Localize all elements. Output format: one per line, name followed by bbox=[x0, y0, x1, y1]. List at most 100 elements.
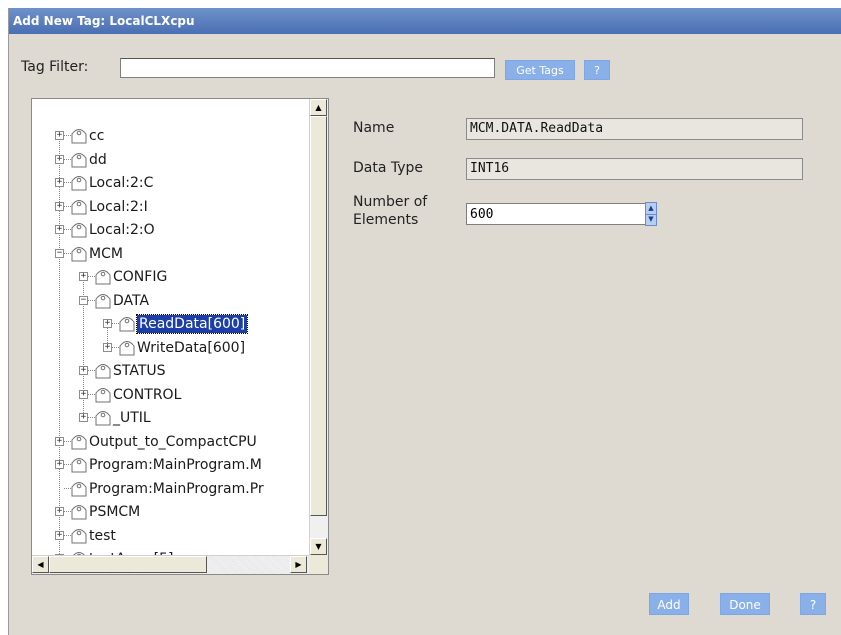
tag-icon bbox=[69, 244, 89, 262]
tag-icon bbox=[93, 408, 113, 426]
tree-node[interactable]: + cc bbox=[32, 125, 309, 147]
number-of-elements-label-line-2: Elements bbox=[353, 212, 419, 228]
expand-icon[interactable]: + bbox=[55, 154, 64, 164]
expand-icon[interactable]: + bbox=[55, 178, 64, 187]
scroll-down-icon[interactable]: ▼ bbox=[310, 538, 327, 555]
expand-icon[interactable]: + bbox=[103, 319, 112, 328]
scroll-left-icon[interactable]: ◀ bbox=[32, 556, 49, 573]
tree-node[interactable]: + dd bbox=[32, 149, 309, 171]
expand-icon[interactable]: + bbox=[79, 413, 88, 422]
tag-icon bbox=[93, 291, 113, 309]
expand-icon[interactable]: + bbox=[55, 507, 64, 516]
spin-down-icon[interactable]: ▼ bbox=[646, 214, 656, 225]
tag-icon bbox=[69, 455, 89, 473]
expand-icon[interactable]: + bbox=[55, 201, 64, 211]
tree-node-label: DATA bbox=[113, 292, 150, 309]
tag-icon bbox=[69, 220, 89, 238]
scroll-up-icon[interactable]: ▲ bbox=[310, 99, 327, 116]
tag-icon bbox=[69, 502, 89, 520]
data-type-label: Data Type bbox=[353, 160, 424, 176]
vertical-scroll-thumb[interactable] bbox=[310, 116, 327, 516]
tree-node[interactable]: − MCM bbox=[32, 243, 309, 265]
tree-node-label: Output_to_CompactCPU bbox=[89, 433, 257, 450]
tree-node-label: dd bbox=[89, 151, 107, 168]
tree-node[interactable]: + CONTROL bbox=[32, 384, 309, 406]
tree-node-label: Program:MainProgram.Pr bbox=[89, 480, 264, 497]
tree-node-label: STATUS bbox=[113, 363, 166, 379]
tree-node-label: Local:2:I bbox=[89, 198, 148, 215]
tag-icon bbox=[69, 173, 89, 191]
tree-node-label: WriteData[600] bbox=[137, 339, 246, 356]
tree-node-label: PSMCM bbox=[89, 504, 141, 520]
tag-icon bbox=[69, 526, 89, 544]
tag-icon bbox=[93, 361, 113, 379]
expand-icon[interactable]: + bbox=[55, 131, 64, 140]
expand-icon[interactable]: + bbox=[55, 225, 64, 234]
tree-node-label: ReadData[600] bbox=[135, 314, 249, 334]
tag-icon bbox=[93, 267, 113, 285]
tag-filter-label: Tag Filter: bbox=[21, 59, 89, 75]
tree-node[interactable]: Program:MainProgram.Pr bbox=[32, 478, 309, 500]
tree-horizontal-scrollbar[interactable]: ◀ ▶ bbox=[32, 555, 309, 574]
tree-node[interactable]: + Local:2:I bbox=[32, 196, 309, 218]
elements-spinner[interactable]: ▲ ▼ bbox=[645, 202, 657, 226]
tag-icon bbox=[69, 197, 89, 215]
tree-node[interactable]: + CONFIG bbox=[32, 266, 309, 288]
filter-help-button[interactable]: ? bbox=[584, 60, 610, 80]
tree-node[interactable]: + WriteData[600] bbox=[32, 337, 309, 359]
tree-node-label: CONFIG bbox=[113, 269, 168, 285]
scroll-right-icon[interactable]: ▶ bbox=[290, 556, 307, 573]
expand-icon[interactable]: + bbox=[103, 342, 112, 352]
tree-node-label: _UTIL bbox=[113, 410, 151, 426]
tree-node[interactable]: + Local:2:C bbox=[32, 172, 309, 194]
scrollbar-corner bbox=[309, 555, 328, 574]
done-button[interactable]: Done bbox=[720, 593, 770, 615]
expand-icon[interactable]: + bbox=[55, 530, 64, 540]
name-label: Name bbox=[353, 120, 395, 136]
expand-icon[interactable]: + bbox=[79, 366, 88, 375]
expand-icon[interactable]: + bbox=[79, 272, 88, 281]
tree-node[interactable]: + Output_to_CompactCPU bbox=[32, 431, 309, 453]
tree-node-label: Local:2:O bbox=[89, 222, 155, 238]
tree-node[interactable]: + ReadData[600] bbox=[32, 313, 309, 335]
expand-icon[interactable]: + bbox=[55, 460, 64, 469]
tree-node[interactable]: + PSMCM bbox=[32, 501, 309, 523]
tag-icon bbox=[117, 314, 137, 332]
tag-icon bbox=[69, 479, 89, 497]
tree-node[interactable]: + Program:MainProgram.M bbox=[32, 454, 309, 476]
tree-node-label: MCM bbox=[89, 245, 123, 262]
tree-node-label: test bbox=[89, 527, 116, 544]
tree-node[interactable]: + Local:2:O bbox=[32, 219, 309, 241]
expand-icon[interactable]: + bbox=[55, 436, 64, 446]
number-of-elements-input[interactable] bbox=[466, 203, 646, 225]
tree-vertical-scrollbar[interactable]: ▲ ▼ bbox=[309, 99, 328, 557]
add-button[interactable]: Add bbox=[649, 593, 689, 615]
expand-icon[interactable]: + bbox=[79, 389, 88, 399]
name-field: MCM.DATA.ReadData bbox=[466, 118, 803, 140]
help-button[interactable]: ? bbox=[800, 593, 826, 615]
collapse-icon[interactable]: − bbox=[79, 295, 88, 305]
get-tags-button[interactable]: Get Tags bbox=[505, 60, 575, 80]
tree-node-label: Program:MainProgram.M bbox=[89, 457, 262, 473]
tree-node[interactable]: + STATUS bbox=[32, 360, 309, 382]
tag-icon bbox=[117, 338, 137, 356]
dialog-title: Add New Tag: LocalCLXcpu bbox=[9, 8, 841, 34]
tree-node[interactable]: − DATA bbox=[32, 290, 309, 312]
tree-node[interactable]: + test bbox=[32, 525, 309, 547]
number-of-elements-label-line-1: Number of bbox=[353, 194, 428, 210]
data-type-field: INT16 bbox=[466, 158, 803, 180]
add-new-tag-dialog: Add New Tag: LocalCLXcpu Tag Filter: Get… bbox=[8, 8, 841, 635]
horizontal-scroll-thumb[interactable] bbox=[49, 556, 207, 573]
tag-icon bbox=[93, 385, 113, 403]
tag-filter-input[interactable] bbox=[120, 58, 495, 78]
tag-icon bbox=[69, 432, 89, 450]
tree-node-label: cc bbox=[89, 128, 105, 144]
tree-node-label: Local:2:C bbox=[89, 175, 154, 191]
tree-node[interactable]: + _UTIL bbox=[32, 407, 309, 429]
tag-icon bbox=[69, 150, 89, 168]
tree-node-label: CONTROL bbox=[113, 386, 182, 403]
tag-tree[interactable]: + cc + dd + Local:2:C + Local:2:I + Local:2:O − MCM… bbox=[31, 98, 329, 575]
tag-icon bbox=[69, 126, 89, 144]
collapse-icon[interactable]: − bbox=[55, 248, 64, 258]
tag-tree-content: + cc + dd + Local:2:C + Local:2:I + Local:2:O − MCM… bbox=[32, 99, 309, 557]
